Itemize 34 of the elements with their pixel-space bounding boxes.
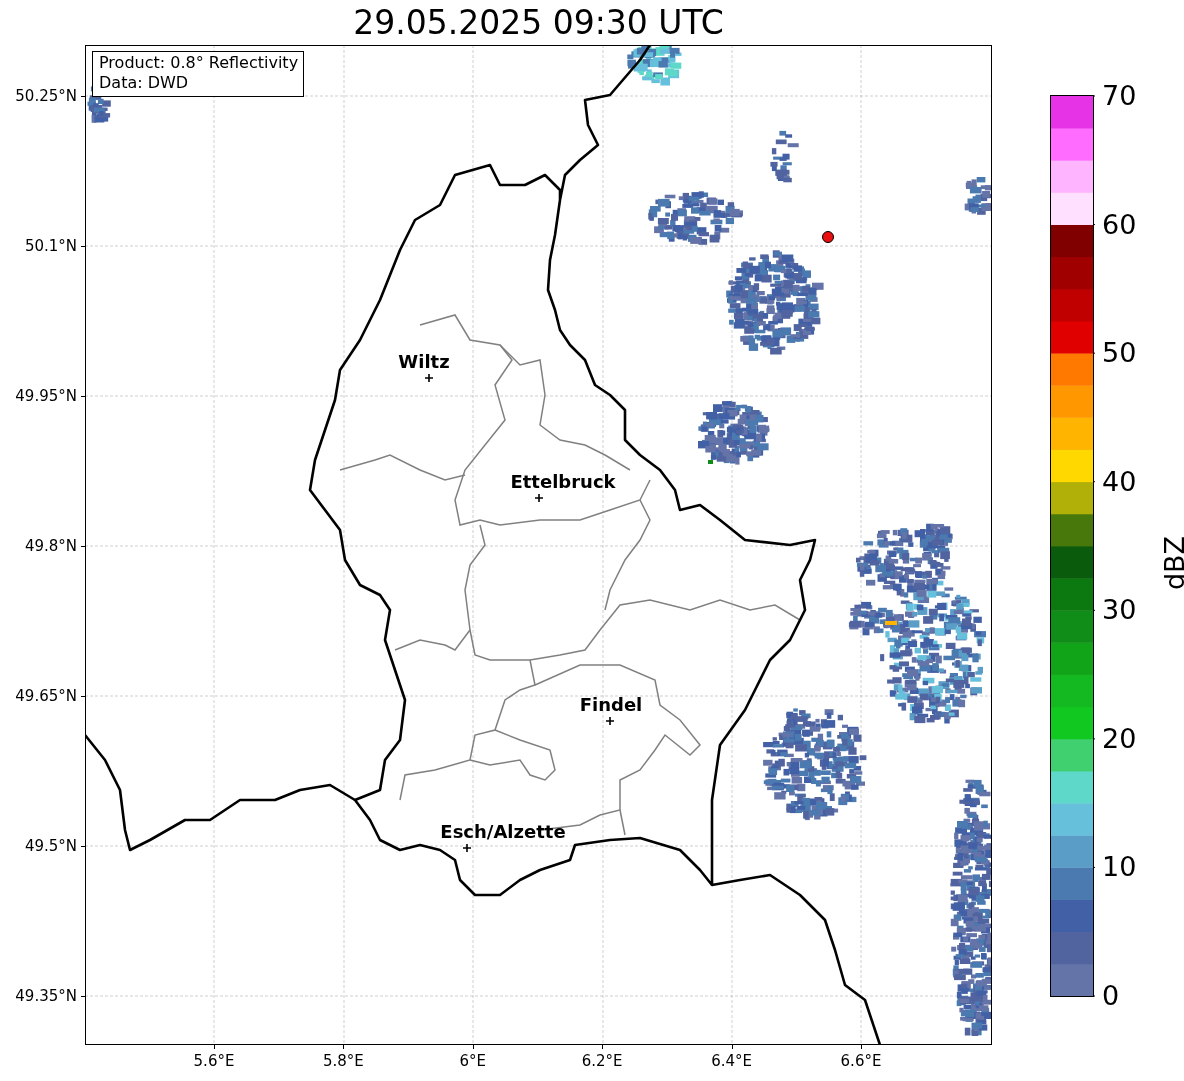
city-label: Findel	[579, 694, 643, 715]
city-marker-icon	[534, 493, 544, 503]
scale-tick-label: 20	[1102, 723, 1137, 754]
city-marker-icon	[424, 373, 434, 383]
city-label: Esch/Alzette	[440, 821, 566, 842]
info-text: Product: 0.8° Reflectivity	[99, 53, 299, 73]
scale-tick-label: 10	[1102, 852, 1137, 883]
scale-tick-label: 60	[1102, 209, 1137, 240]
scale-tick-label: 0	[1102, 981, 1120, 1011]
longitude-label: 6.2°E	[581, 1052, 623, 1070]
latitude-label: 50.1°N	[24, 237, 77, 255]
city-marker-icon	[605, 716, 615, 726]
longitude-label: 5.8°E	[322, 1052, 364, 1070]
latitude-label: 50.25°N	[15, 87, 77, 105]
longitude-label: 5.6°E	[193, 1052, 235, 1070]
scale-tick-label: 70	[1102, 81, 1137, 111]
info-text: Data: DWD	[99, 73, 190, 93]
scale-tick-label: 50	[1102, 338, 1137, 369]
longitude-label: 6°E	[459, 1052, 487, 1070]
city-label: Ettelbruck	[510, 471, 616, 492]
latitude-label: 49.65°N	[15, 687, 77, 705]
latitude-label: 49.95°N	[15, 387, 77, 405]
latitude-label: 49.35°N	[15, 987, 77, 1005]
latitude-label: 49.8°N	[24, 537, 77, 555]
scale-axis-label: dBZ	[1160, 534, 1184, 593]
longitude-label: 6.6°E	[840, 1052, 882, 1070]
scale-tick-label: 40	[1102, 466, 1137, 497]
city-marker-icon	[462, 843, 472, 853]
radar-site-marker	[822, 231, 834, 243]
latitude-label: 49.5°N	[24, 837, 77, 855]
city-label: Wiltz	[398, 351, 450, 372]
longitude-label: 6.4°E	[711, 1052, 752, 1070]
scale-tick-label: 30	[1102, 595, 1137, 626]
chart-title: 29.05.2025 09:30 UTC	[353, 2, 724, 43]
